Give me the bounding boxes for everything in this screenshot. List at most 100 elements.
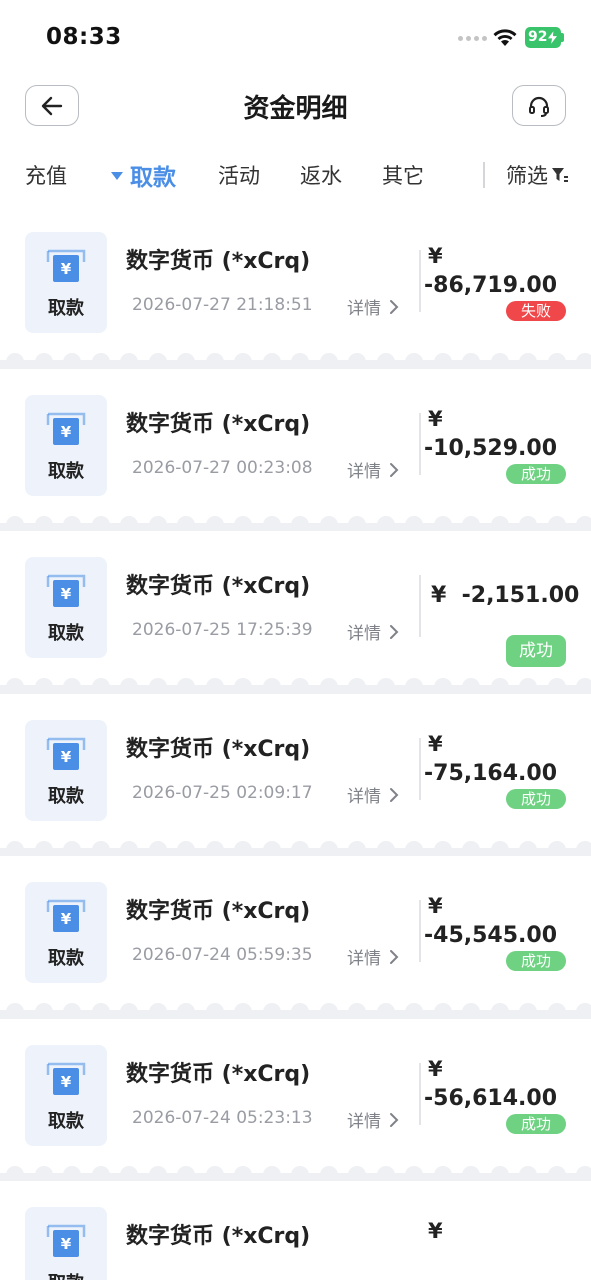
type-label: 取款 [48,461,84,482]
withdraw-type-icon-box: ¥ 取款 [25,1045,107,1146]
amount: ¥ -2,151.00 [431,583,579,608]
transaction-time: 2026-07-25 02:09:17 [132,783,313,803]
amount-divider [419,900,421,962]
amount-value: -10,529.00 [424,436,557,461]
chevron-right-icon [390,624,399,639]
type-label: 取款 [48,623,84,644]
detail-link[interactable]: 详情 [347,619,401,644]
transaction-time: 2026-07-25 17:25:39 [132,620,313,640]
detail-label: 详情 [347,949,381,969]
type-label: 取款 [48,786,84,807]
svg-text:¥: ¥ [61,748,72,766]
withdraw-type-icon-box: ¥ 取款 [25,557,107,658]
amount-divider [419,575,421,637]
detail-label: 详情 [347,787,381,807]
type-label: 取款 [48,948,84,969]
bolt-icon [548,31,557,44]
withdraw-type-icon-box: ¥ 取款 [25,720,107,821]
tab-other[interactable]: 其它 [382,160,424,190]
atm-yuan-icon: ¥ [46,1062,86,1095]
filter-button[interactable]: 筛选 [506,160,569,190]
atm-yuan-icon: ¥ [46,574,86,607]
type-label: 取款 [48,298,84,319]
tab-deposit[interactable]: 充值 [25,160,67,190]
battery-tip [561,33,564,42]
status-badge: 成功 [506,789,566,809]
atm-yuan-icon: ¥ [46,899,86,932]
status-badge: 失败 [506,301,566,321]
withdraw-type-icon-box: ¥ 取款 [25,395,107,496]
atm-yuan-icon: ¥ [46,1224,86,1257]
currency-symbol: ¥ [428,894,443,918]
card-separator [0,677,591,695]
detail-label: 详情 [347,462,381,482]
currency-symbol: ¥ [428,1057,443,1081]
tab-rebate[interactable]: 返水 [300,160,342,190]
atm-yuan-icon: ¥ [46,737,86,770]
amount-divider [419,413,421,475]
tab-activity[interactable]: 活动 [218,160,260,190]
currency-symbol: ¥ [428,1219,443,1243]
chevron-right-icon [390,949,399,964]
transaction-card[interactable]: ¥ 取款 数字货币 (*xCrq) 2026-07-27 00:23:08 详情 ¥ -10… [0,369,591,533]
transaction-card[interactable]: ¥ 取款 数字货币 (*xCrq) 2026-07-25 17:25:39 详情 ¥ -2… [0,531,591,695]
amount-divider [419,738,421,800]
status-badge: 成功 [506,1114,566,1134]
tab-withdraw[interactable]: 取款 [130,158,176,192]
detail-link[interactable]: 详情 [347,457,401,482]
battery-indicator: 92 [525,27,561,48]
detail-link[interactable]: 详情 [347,944,401,969]
transaction-card[interactable]: ¥ 取款 数字货币 (*xCrq) 2026-07-27 21:18:51 详情 ¥ -86… [0,206,591,370]
payment-method-title: 数字货币 (*xCrq) [126,249,311,274]
atm-yuan-icon: ¥ [46,412,86,445]
detail-label: 详情 [347,299,381,319]
svg-text:¥: ¥ [61,585,72,603]
payment-method-title: 数字货币 (*xCrq) [126,737,311,762]
withdraw-type-icon-box: ¥ 取款 [25,232,107,333]
amount-divider [419,250,421,312]
status-badge: 成功 [506,464,566,484]
transaction-time: 2026-07-27 21:18:51 [132,295,313,315]
currency-symbol: ¥ [431,583,447,608]
transaction-time: 2026-07-24 05:59:35 [132,945,313,965]
chevron-right-icon [390,787,399,802]
transaction-card[interactable]: ¥ 取款 数字货币 (*xCrq) 2026-07-24 05:23:13 详情 ¥ -56… [0,1019,591,1183]
svg-text:¥: ¥ [61,910,72,928]
type-label: 取款 [48,1111,84,1132]
status-time: 08:33 [46,24,122,50]
payment-method-title: 数字货币 (*xCrq) [126,1224,311,1249]
battery-level: 92 [528,29,548,45]
filter-icon [552,168,568,182]
withdraw-type-icon-box: ¥ 取款 [25,1207,107,1280]
svg-text:¥: ¥ [61,423,72,441]
amount-value: -86,719.00 [424,273,557,298]
payment-method-title: 数字货币 (*xCrq) [126,412,311,437]
detail-link[interactable]: 详情 [347,294,401,319]
status-badge: 成功 [506,635,566,667]
amount-value: -56,614.00 [424,1086,557,1111]
transaction-card[interactable]: ¥ 取款 数字货币 (*xCrq) 2026-07-24 05:59:35 详情 ¥ -45… [0,856,591,1020]
transaction-card[interactable]: ¥ 取款 数字货币 (*xCrq) 2026-07-25 02:09:17 详情 ¥ -75… [0,694,591,858]
amount-value: -45,545.00 [424,923,557,948]
transaction-time: 2026-07-27 00:23:08 [132,458,313,478]
wifi-icon [493,29,517,46]
atm-yuan-icon: ¥ [46,249,86,282]
card-separator [0,1002,591,1020]
payment-method-title: 数字货币 (*xCrq) [126,899,311,924]
page-title: 资金明细 [243,94,348,124]
detail-link[interactable]: 详情 [347,782,401,807]
customer-support-button[interactable] [512,85,566,126]
cellular-signal-icon [458,36,487,42]
transaction-card[interactable]: ¥ 取款 数字货币 (*xCrq) ¥ [0,1181,591,1280]
status-badge: 成功 [506,951,566,971]
payment-method-title: 数字货币 (*xCrq) [126,1062,311,1087]
chevron-right-icon [390,1112,399,1127]
detail-label: 详情 [347,624,381,644]
transaction-time: 2026-07-24 05:23:13 [132,1108,313,1128]
currency-symbol: ¥ [428,732,443,756]
svg-text:¥: ¥ [61,1235,72,1253]
chevron-right-icon [390,462,399,477]
currency-symbol: ¥ [428,244,443,268]
amount-value: -2,151.00 [461,583,580,608]
detail-link[interactable]: 详情 [347,1107,401,1132]
